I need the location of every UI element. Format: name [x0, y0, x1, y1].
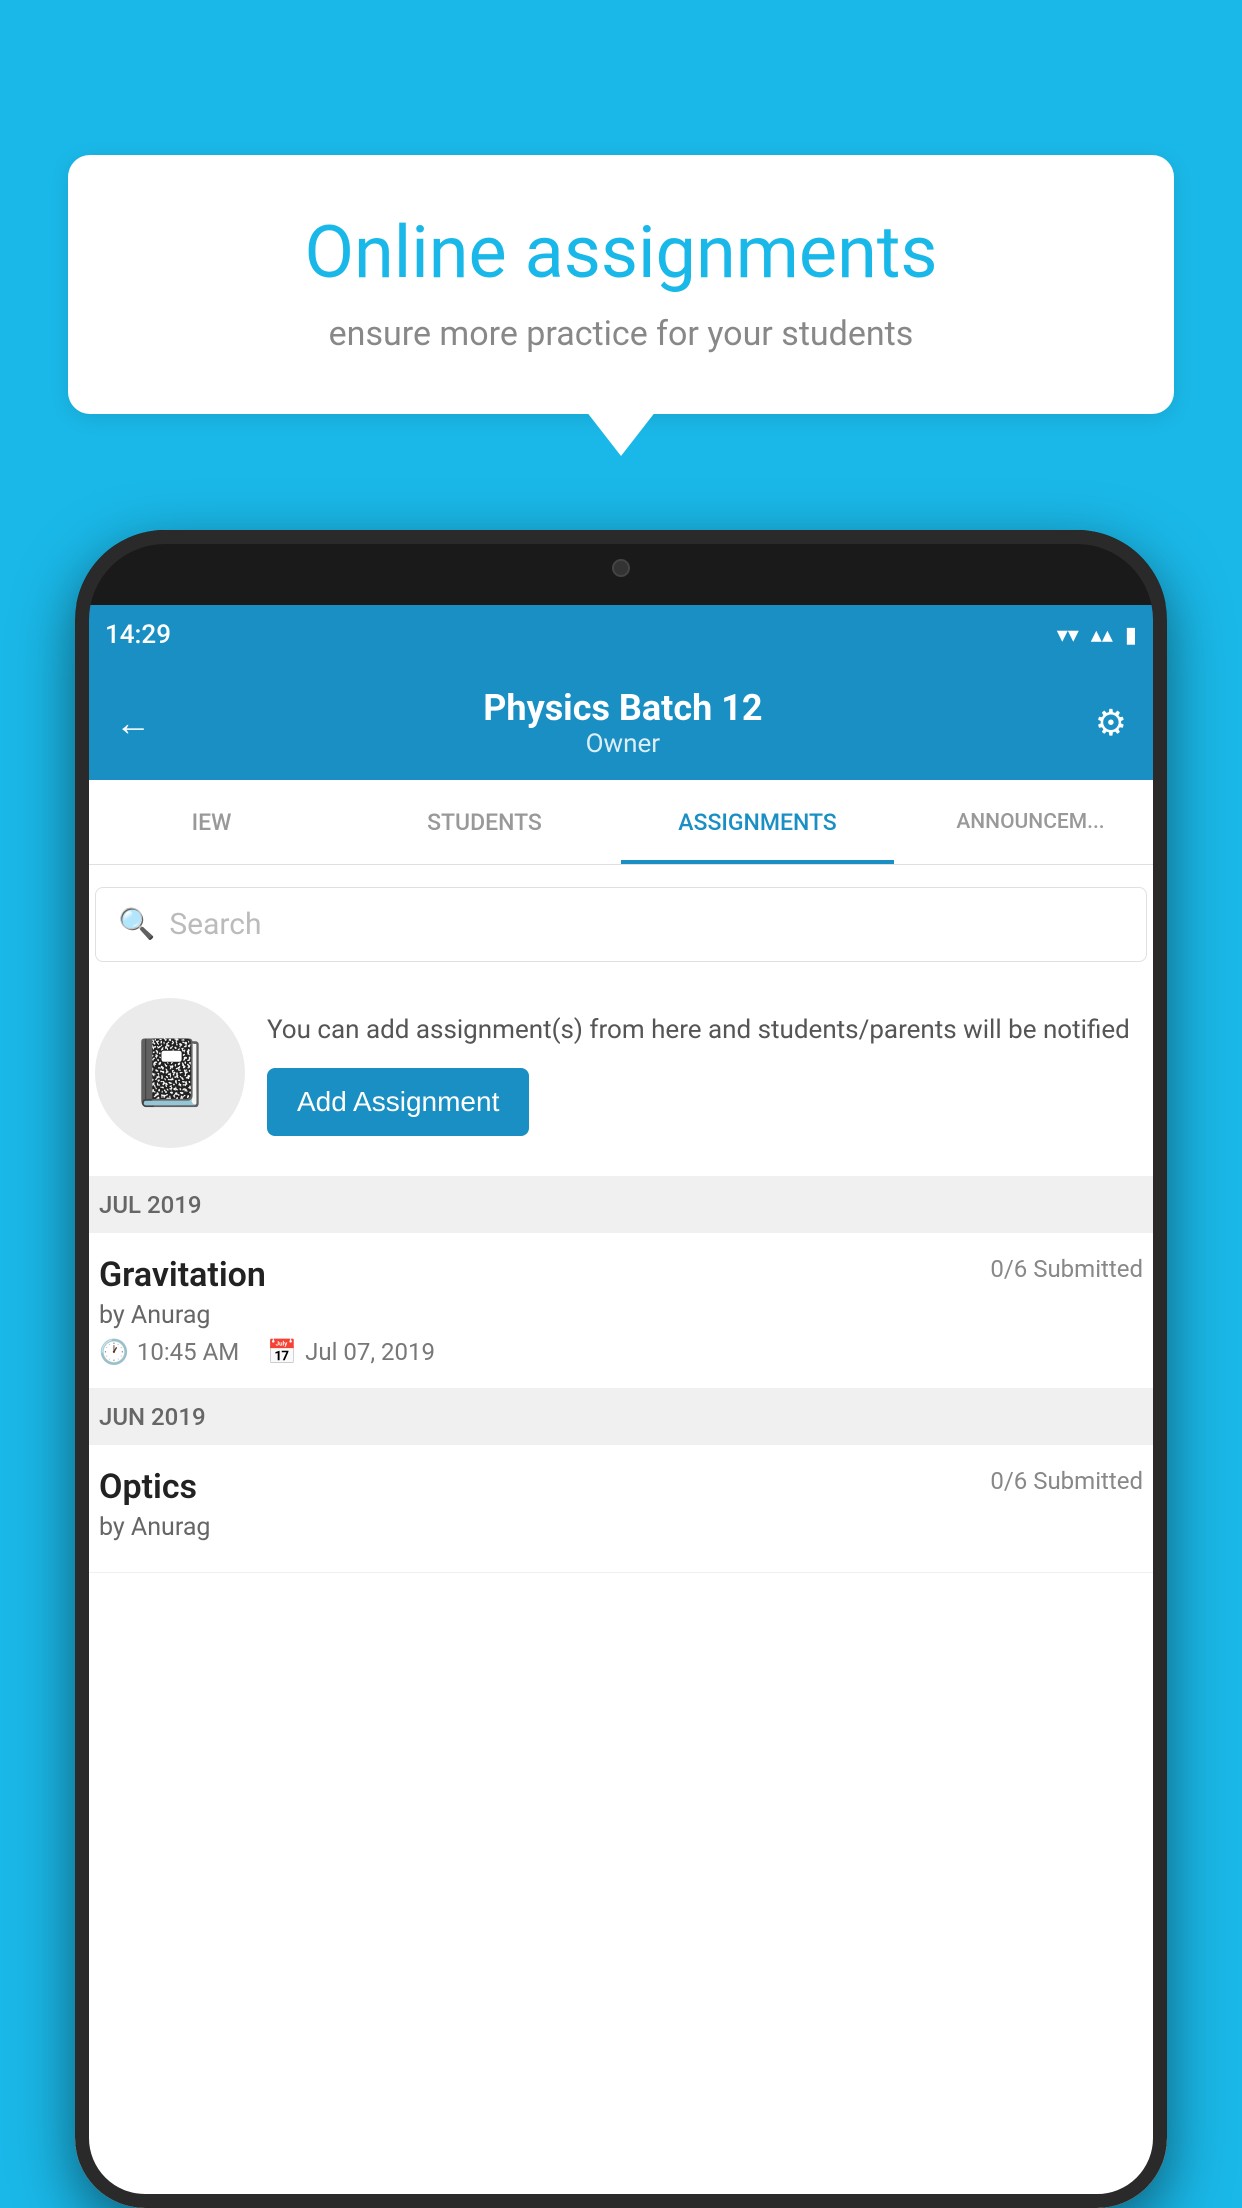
- notebook-icon: 📓: [130, 1035, 211, 1111]
- add-assignment-button[interactable]: Add Assignment: [267, 1068, 529, 1136]
- meta-date-value: Jul 07, 2019: [305, 1338, 435, 1366]
- search-icon: 🔍: [118, 907, 155, 942]
- meta-time-gravitation: 🕐 10:45 AM: [99, 1338, 239, 1366]
- bubble-subtitle: ensure more practice for your students: [128, 314, 1114, 354]
- tab-iew[interactable]: IEW: [75, 780, 348, 864]
- tab-assignments[interactable]: ASSIGNMENTS: [621, 780, 894, 864]
- search-bar[interactable]: 🔍 Search: [95, 887, 1147, 962]
- assignment-name-optics: Optics: [99, 1467, 197, 1507]
- header-center: Physics Batch 12 Owner: [483, 687, 762, 759]
- promo-content: You can add assignment(s) from here and …: [267, 1011, 1143, 1136]
- app-header: ← Physics Batch 12 Owner ⚙: [75, 665, 1167, 780]
- assignment-submitted-optics: 0/6 Submitted: [990, 1467, 1143, 1495]
- camera-dot: [612, 559, 630, 577]
- phone-content: 🔍 Search 📓 You can add assignment(s) fro…: [75, 865, 1167, 2208]
- settings-button[interactable]: ⚙: [1085, 692, 1137, 754]
- tab-students[interactable]: STUDENTS: [348, 780, 621, 864]
- status-icons: ▾▾ ▴▴ ▮: [1057, 623, 1137, 648]
- assignment-submitted-gravitation: 0/6 Submitted: [990, 1255, 1143, 1283]
- section-header-jul2019: JUL 2019: [75, 1177, 1167, 1233]
- meta-time-value: 10:45 AM: [137, 1338, 239, 1366]
- status-time: 14:29: [105, 620, 171, 650]
- calendar-icon: 📅: [267, 1338, 297, 1366]
- phone-frame: 14:29 ▾▾ ▴▴ ▮ ← Physics Batch 12 Owner ⚙…: [75, 530, 1167, 2208]
- assignment-meta-gravitation: 🕐 10:45 AM 📅 Jul 07, 2019: [99, 1338, 1143, 1366]
- phone-notch: [75, 530, 1167, 605]
- battery-icon: ▮: [1125, 623, 1137, 648]
- status-bar: 14:29 ▾▾ ▴▴ ▮: [75, 605, 1167, 665]
- notch-cutout: [551, 549, 691, 587]
- assignment-by-optics: by Anurag: [99, 1513, 1143, 1542]
- promo-icon-circle: 📓: [95, 998, 245, 1148]
- speech-bubble: Online assignments ensure more practice …: [68, 155, 1174, 414]
- speech-bubble-container: Online assignments ensure more practice …: [68, 155, 1174, 414]
- assignment-by-gravitation: by Anurag: [99, 1301, 1143, 1330]
- tabs-container: IEW STUDENTS ASSIGNMENTS ANNOUNCEM...: [75, 780, 1167, 865]
- meta-date-gravitation: 📅 Jul 07, 2019: [267, 1338, 435, 1366]
- header-subtitle: Owner: [483, 729, 762, 759]
- promo-text: You can add assignment(s) from here and …: [267, 1011, 1143, 1050]
- section-header-jun2019: JUN 2019: [75, 1389, 1167, 1445]
- add-assignment-promo: 📓 You can add assignment(s) from here an…: [75, 980, 1167, 1177]
- clock-icon: 🕐: [99, 1338, 129, 1366]
- search-placeholder: Search: [169, 907, 261, 942]
- bubble-title: Online assignments: [128, 210, 1114, 296]
- assignment-item-gravitation[interactable]: Gravitation 0/6 Submitted by Anurag 🕐 10…: [75, 1233, 1167, 1389]
- assignment-name-gravitation: Gravitation: [99, 1255, 266, 1295]
- wifi-icon: ▾▾: [1057, 623, 1079, 648]
- assignment-item-optics[interactable]: Optics 0/6 Submitted by Anurag: [75, 1445, 1167, 1573]
- header-title: Physics Batch 12: [483, 687, 762, 729]
- signal-icon: ▴▴: [1091, 623, 1113, 648]
- back-button[interactable]: ←: [105, 692, 161, 754]
- tab-announcements[interactable]: ANNOUNCEM...: [894, 780, 1167, 864]
